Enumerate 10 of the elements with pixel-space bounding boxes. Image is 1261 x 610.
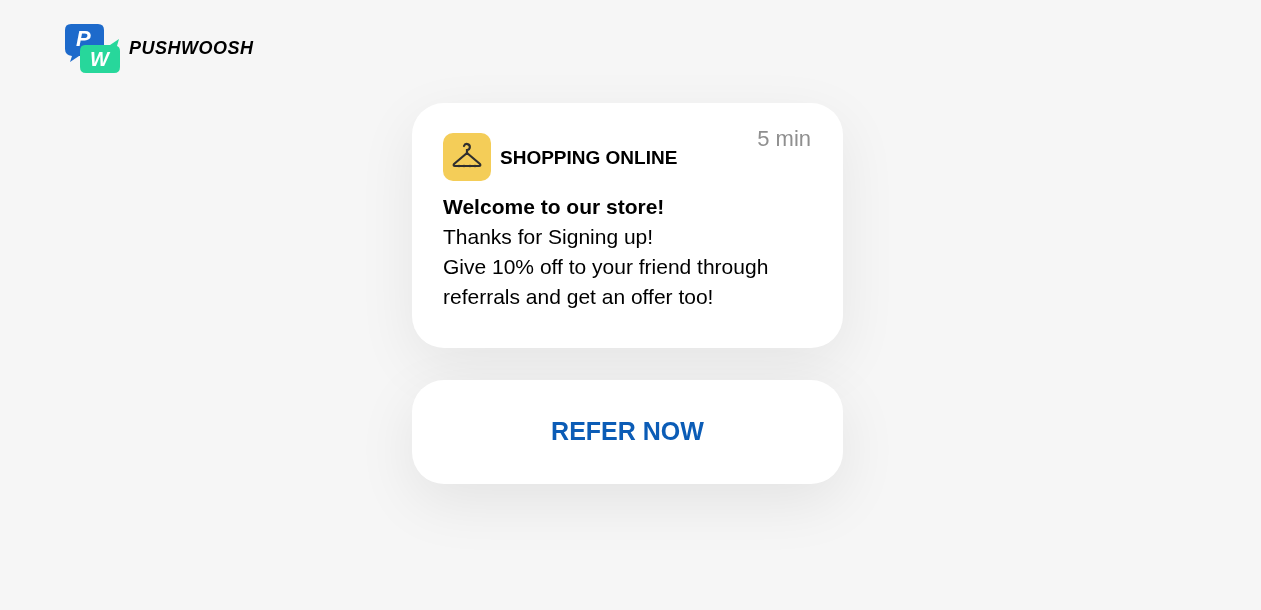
hanger-app-icon xyxy=(443,133,491,181)
brand-name: PUSHWOOSH xyxy=(129,37,254,60)
notification-text: Give 10% off to your friend through referrals and get an offer too! xyxy=(443,254,770,310)
notification-time: 5 min xyxy=(757,125,811,153)
notification-title: Welcome to our store! xyxy=(443,194,666,220)
logo-letter: W xyxy=(90,47,109,71)
logo-letter: P xyxy=(76,26,91,52)
app-name: SHOPPING ONLINE xyxy=(500,146,678,170)
notification-text: Thanks for Signing up! xyxy=(443,224,655,250)
refer-now-button[interactable]: REFER NOW xyxy=(412,380,843,484)
